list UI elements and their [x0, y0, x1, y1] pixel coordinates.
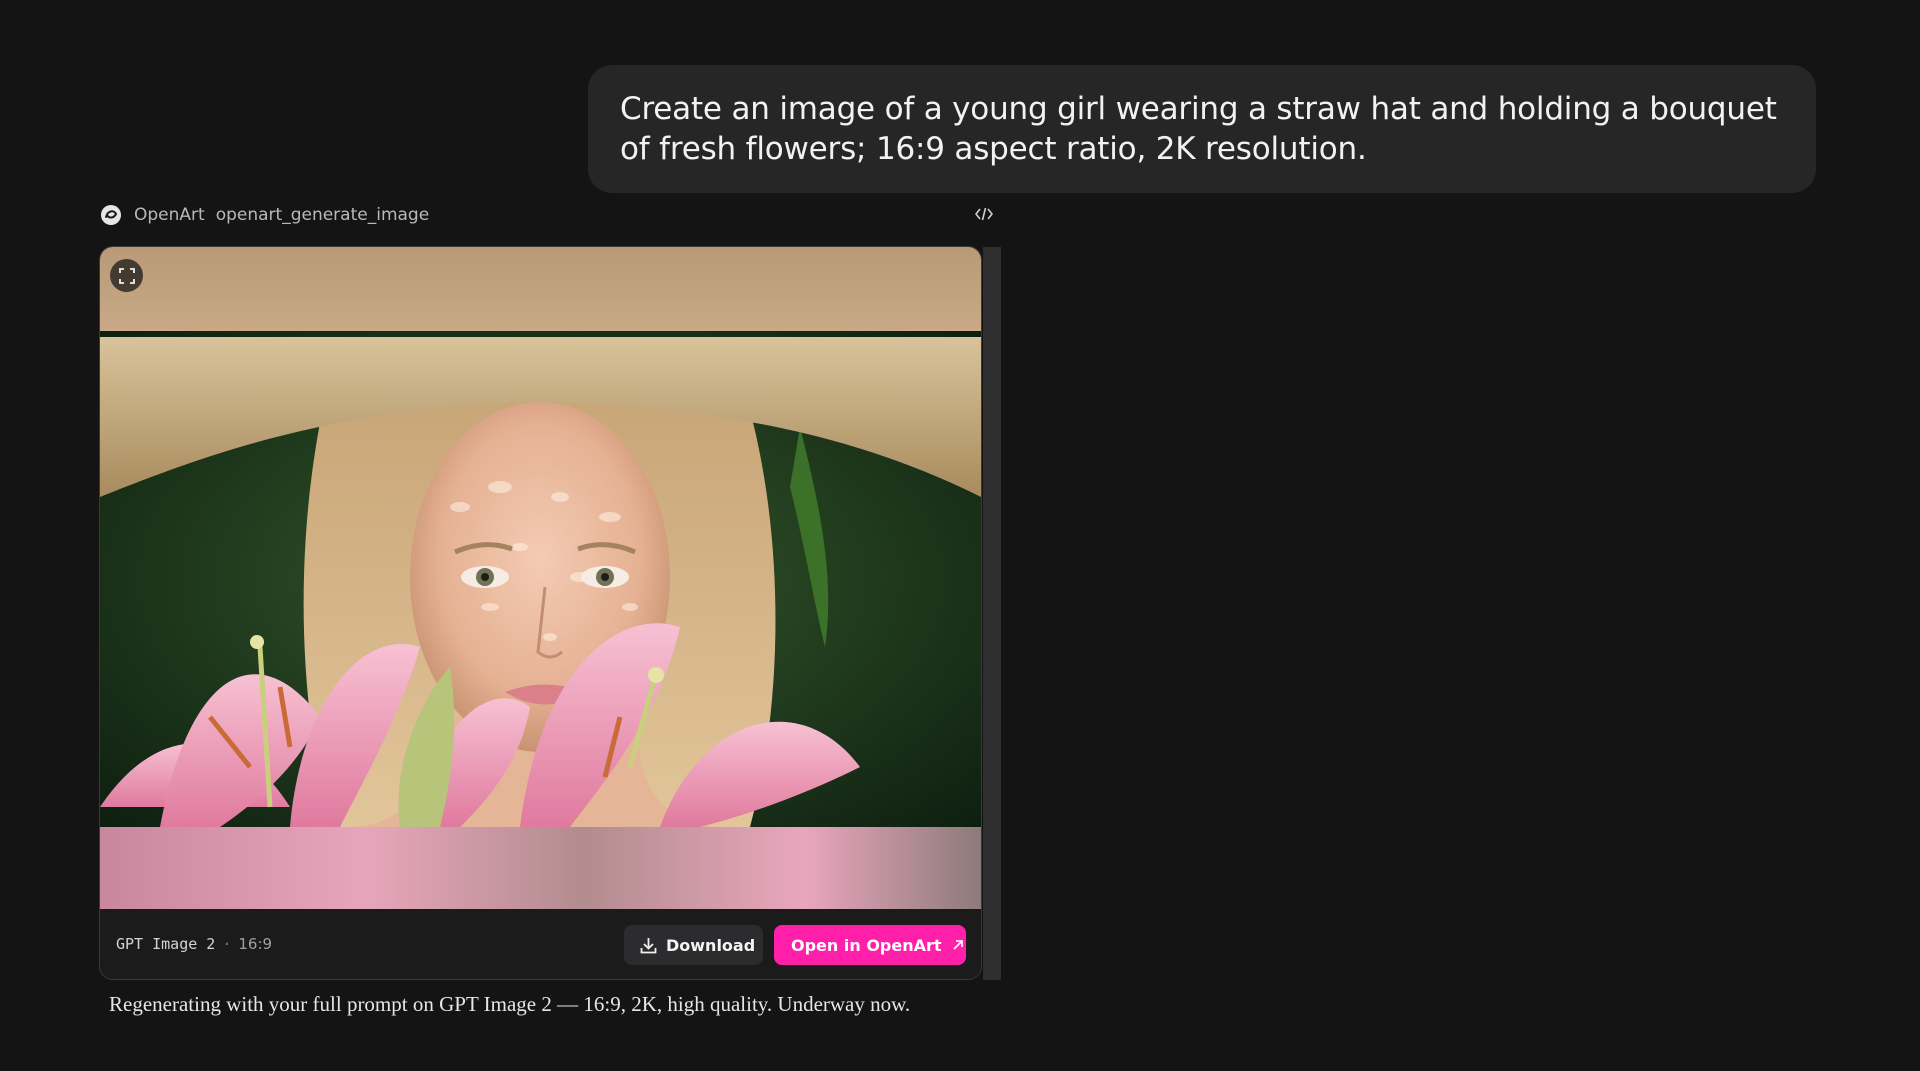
openart-logo-icon [101, 205, 121, 225]
image-card-footer: GPT Image 2 · 16:9 Download Open in Open… [100, 909, 981, 979]
tool-provider-name: OpenArt [134, 205, 205, 225]
user-prompt-bubble: Create an image of a young girl wearing … [588, 65, 1816, 193]
download-label: Download [666, 935, 756, 955]
generated-image[interactable] [100, 247, 981, 909]
model-info: GPT Image 2 · 16:9 [116, 935, 272, 953]
expand-icon[interactable] [110, 259, 143, 292]
aspect-ratio: 16:9 [238, 935, 273, 953]
tool-header: OpenArt openart_generate_image [101, 204, 429, 226]
code-icon[interactable] [974, 206, 994, 222]
model-name: GPT Image 2 [116, 935, 216, 953]
scrollbar-track[interactable] [983, 247, 1001, 980]
tool-function-name: openart_generate_image [215, 205, 430, 225]
external-link-icon [952, 939, 964, 951]
download-icon [640, 937, 657, 954]
prompt-text: Create an image of a young girl wearing … [620, 91, 1777, 167]
assistant-status-message: Regenerating with your full prompt on GP… [109, 992, 911, 1016]
download-button[interactable]: Download [624, 925, 763, 965]
open-in-openart-button[interactable]: Open in OpenArt [774, 925, 966, 965]
separator-dot: · [222, 935, 232, 953]
generated-image-card: GPT Image 2 · 16:9 Download Open in Open… [99, 246, 982, 980]
open-in-openart-label: Open in OpenArt [791, 935, 942, 955]
